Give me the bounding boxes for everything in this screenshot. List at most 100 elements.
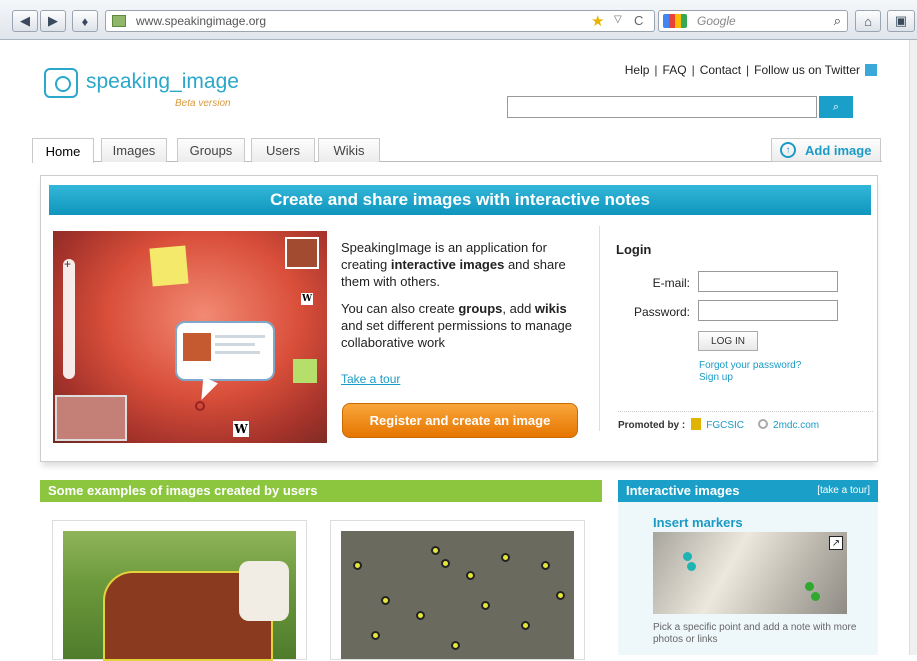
add-image-button[interactable]: ↑ Add image	[771, 138, 881, 162]
marker-icon	[441, 559, 450, 568]
2mdc-link[interactable]: 2mdc.com	[773, 420, 819, 431]
sticky-note	[149, 245, 189, 287]
browser-search-field[interactable]: Google ⌕	[658, 10, 848, 32]
hero-panel: Create and share images with interactive…	[40, 175, 878, 462]
interactive-images-title: Interactive images	[626, 483, 740, 498]
popup-photo	[183, 333, 211, 361]
fgcsic-link[interactable]: FGCSIC	[706, 420, 744, 431]
marker-icon	[416, 611, 425, 620]
interactive-images-header: Interactive images [take a tour]	[618, 480, 878, 502]
email-field[interactable]	[698, 271, 838, 292]
address-bar[interactable]: www.speakingimage.org ★ ▽ C	[105, 10, 655, 32]
marker-icon	[431, 546, 440, 555]
thumbnail	[285, 237, 319, 269]
marker-icon	[353, 561, 362, 570]
marker-icon	[556, 591, 565, 600]
contact-link[interactable]: Contact	[695, 63, 746, 77]
marker-icon	[501, 553, 510, 562]
url-text: www.speakingimage.org	[136, 14, 267, 28]
reload-icon[interactable]: C	[634, 13, 643, 28]
hero-demo-image: W W	[53, 231, 327, 443]
google-icon[interactable]	[663, 14, 687, 28]
search-icon[interactable]: ⌕	[834, 13, 841, 29]
zoom-slider[interactable]	[63, 257, 75, 379]
take-a-tour-link[interactable]: Take a tour	[341, 372, 400, 386]
marker-icon	[541, 561, 550, 570]
marker-icon	[381, 596, 390, 605]
wiki-icon: W	[233, 421, 249, 437]
twitter-icon[interactable]	[865, 64, 877, 76]
twitter-link[interactable]: Follow us on Twitter	[749, 63, 865, 77]
home-button[interactable]: ⌂	[855, 10, 881, 32]
faq-link[interactable]: FAQ	[658, 63, 692, 77]
email-label: E-mail:	[652, 276, 690, 290]
forgot-password-link[interactable]: Forgot your password?	[699, 360, 801, 371]
marker-icon	[195, 401, 205, 411]
example-image-cow[interactable]	[63, 531, 296, 661]
login-button[interactable]: LOG IN	[698, 331, 758, 351]
logo-text: speaking_image	[86, 70, 239, 93]
tab-home[interactable]: Home	[32, 138, 94, 163]
example-card[interactable]	[52, 520, 307, 661]
login-title: Login	[616, 242, 652, 257]
wiki-icon: W	[301, 293, 313, 305]
scrollbar[interactable]	[909, 40, 917, 655]
marker-icon	[451, 641, 460, 650]
add-image-label: Add image	[805, 142, 872, 158]
register-button[interactable]: Register and create an image	[342, 403, 578, 438]
insert-markers-image[interactable]: ↗	[653, 532, 847, 614]
search-icon: ⌕	[832, 100, 840, 113]
logo-beta: Beta version	[175, 98, 231, 109]
pin-icon	[805, 582, 814, 591]
site-search-button[interactable]: ⌕	[819, 96, 853, 118]
promoted-label: Promoted by :	[618, 420, 686, 431]
addon-button[interactable]: ▣	[887, 10, 915, 32]
2mdc-icon	[758, 419, 769, 429]
sign-up-link[interactable]: Sign up	[699, 372, 733, 383]
example-image-map[interactable]	[341, 531, 574, 659]
marker-icon	[521, 621, 530, 630]
login-panel: Login E-mail: Password: LOG IN Forgot yo…	[599, 226, 873, 431]
forward-button[interactable]: ▶	[40, 10, 66, 32]
help-link[interactable]: Help	[620, 63, 655, 77]
interactive-images-panel: Interactive images [take a tour] Insert …	[618, 480, 878, 655]
bookmark-star-icon[interactable]: ★	[591, 12, 604, 30]
marker-icon	[466, 571, 475, 580]
browser-toolbar: ◀ ▶ ♦ www.speakingimage.org ★ ▽ C Google…	[0, 0, 917, 40]
examples-header: Some examples of images created by users	[40, 480, 602, 502]
dropdown-icon[interactable]: ▽	[614, 14, 622, 25]
promoted-by: Promoted by : FGCSIC 2mdc.com	[618, 411, 873, 431]
intro-paragraph-1: SpeakingImage is an application for crea…	[341, 240, 566, 289]
search-placeholder: Google	[697, 14, 736, 28]
thumbnail	[55, 395, 127, 441]
hero-title: Create and share images with interactive…	[49, 185, 871, 215]
tab-groups[interactable]: Groups	[177, 138, 245, 162]
back-button[interactable]: ◀	[12, 10, 38, 32]
sticky-note	[293, 359, 317, 383]
password-label: Password:	[633, 305, 690, 319]
upload-arrow-icon: ↑	[780, 142, 796, 158]
insert-markers-description: Pick a specific point and add a note wit…	[653, 622, 857, 645]
marker-icon	[371, 631, 380, 640]
password-field[interactable]	[698, 300, 838, 321]
fgcsic-icon	[691, 418, 702, 430]
pin-icon	[811, 592, 820, 601]
tab-images[interactable]: Images	[101, 138, 167, 162]
tab-users[interactable]: Users	[251, 138, 315, 162]
pin-icon	[683, 552, 692, 561]
insert-markers-title: Insert markers	[653, 515, 743, 530]
take-a-tour-link[interactable]: [take a tour]	[817, 485, 870, 496]
tab-wikis[interactable]: Wikis	[318, 138, 380, 162]
marker-icon	[481, 601, 490, 610]
intro-text: SpeakingImage is an application for crea…	[341, 239, 586, 361]
example-card[interactable]	[330, 520, 585, 660]
site-search-input[interactable]	[507, 96, 817, 118]
site-icon	[112, 15, 126, 27]
puzzle-icon[interactable]: ♦	[72, 10, 98, 32]
logo-bubble-icon	[44, 68, 78, 98]
expand-icon[interactable]: ↗	[829, 536, 843, 550]
intro-paragraph-2: You can also create groups, add wikis an…	[341, 301, 573, 350]
pin-icon	[687, 562, 696, 571]
top-links: Help | FAQ | Contact | Follow us on Twitter	[620, 63, 877, 77]
note-popup	[175, 321, 275, 381]
